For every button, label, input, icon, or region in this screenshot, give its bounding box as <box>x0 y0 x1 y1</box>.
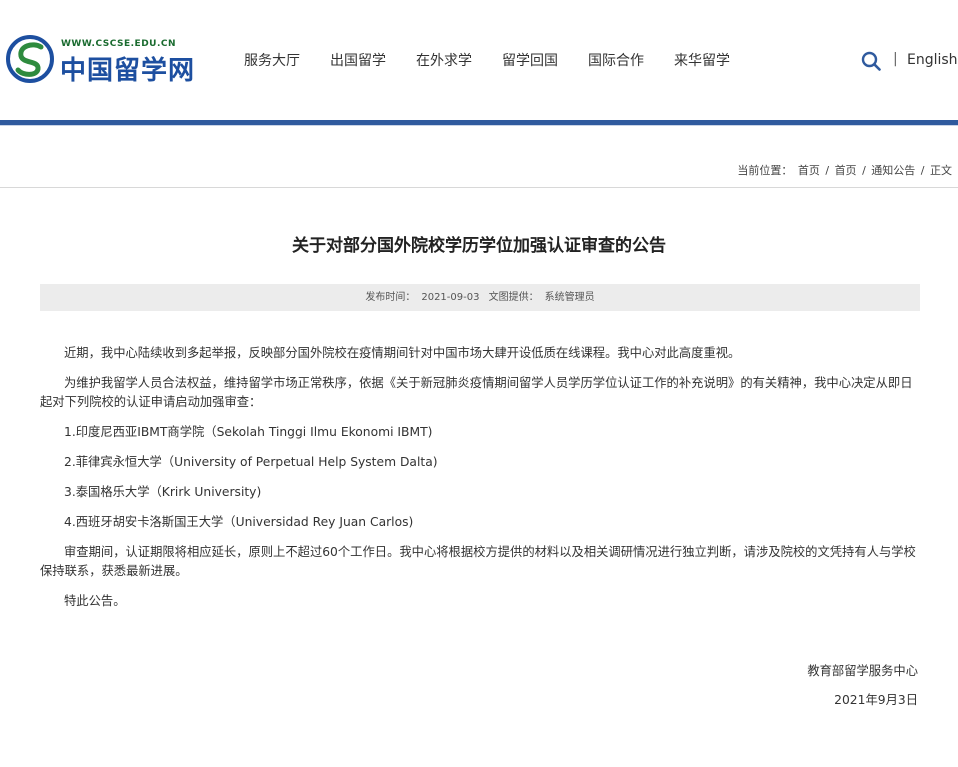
paragraph: 审查期间，认证期限将相应延长，原则上不超过60个工作日。我中心将根据校方提供的材… <box>40 545 916 578</box>
article-meta: 发布时间： 2021-09-03 文图提供： 系统管理员 <box>40 284 920 311</box>
breadcrumb-prefix: 当前位置： <box>737 164 793 177</box>
header-bottom-line <box>0 125 958 126</box>
language-switch-link[interactable]: English <box>907 52 958 68</box>
list-item: 2.菲律宾永恒大学（University of Perpetual Help S… <box>64 455 438 469</box>
list-item: 1.印度尼西亚IBMT商学院（Sekolah Tinggi Ilmu Ekono… <box>64 425 433 439</box>
article-title: 关于对部分国外院校学历学位加强认证审查的公告 <box>292 236 666 256</box>
breadcrumb-item-current: 正文 <box>930 164 952 177</box>
breadcrumb-divider <box>0 187 958 188</box>
breadcrumb: 当前位置： 首页 / 首页 / 通知公告 / 正文 <box>736 162 953 178</box>
paragraph-notice: 特此公告。 <box>64 594 126 608</box>
breadcrumb-separator: / <box>920 164 925 177</box>
provider-label: 文图提供： <box>488 292 539 303</box>
list-item: 3.泰国格乐大学（Krirk University) <box>64 485 262 499</box>
logo-name: 中国留学网 <box>60 56 196 86</box>
nav-item-study-abroad[interactable]: 出国留学 <box>316 50 386 70</box>
breadcrumb-item-notices[interactable]: 通知公告 <box>871 164 915 177</box>
site-logo[interactable]: WWW.CSCSE.EDU.CN 中国留学网 <box>5 34 195 86</box>
article-body: 近期，我中心陆续收到多起举报，反映部分国外院校在疫情期间针对中国市场大肆开设低质… <box>40 344 916 622</box>
breadcrumb-item-home-2[interactable]: 首页 <box>835 164 857 177</box>
header-divider: | <box>893 51 898 67</box>
breadcrumb-separator: / <box>862 164 866 177</box>
paragraph: 近期，我中心陆续收到多起举报，反映部分国外院校在疫情期间针对中国市场大肆开设低质… <box>64 346 741 360</box>
site-header: WWW.CSCSE.EDU.CN 中国留学网 服务大厅 出国留学 在外求学 留学… <box>0 0 958 120</box>
publish-label: 发布时间： <box>365 292 416 303</box>
logo-icon <box>6 35 54 83</box>
nav-item-studying-overseas[interactable]: 在外求学 <box>402 50 472 70</box>
nav-item-return-home[interactable]: 留学回国 <box>488 50 558 70</box>
list-item: 4.西班牙胡安卡洛斯国王大学（Universidad Rey Juan Carl… <box>64 515 414 529</box>
breadcrumb-separator: / <box>825 164 830 177</box>
nav-item-international-cooperation[interactable]: 国际合作 <box>574 50 644 70</box>
main-nav: 服务大厅 出国留学 在外求学 留学回国 国际合作 来华留学 <box>230 50 746 70</box>
search-icon[interactable] <box>861 51 881 71</box>
logo-url: WWW.CSCSE.EDU.CN <box>61 39 177 49</box>
nav-item-service-hall[interactable]: 服务大厅 <box>230 50 300 70</box>
provider-name: 系统管理员 <box>544 292 595 303</box>
publish-date: 2021-09-03 <box>421 292 480 303</box>
article-signature: 教育部留学服务中心 2021年9月3日 <box>807 657 918 715</box>
paragraph: 为维护我留学人员合法权益，维持留学市场正常秩序，依据《关于新冠肺炎疫情期间留学人… <box>40 376 913 409</box>
signature-org: 教育部留学服务中心 <box>807 664 918 678</box>
nav-item-study-in-china[interactable]: 来华留学 <box>660 50 730 70</box>
breadcrumb-item-home[interactable]: 首页 <box>798 164 820 177</box>
signature-date: 2021年9月3日 <box>834 693 918 707</box>
